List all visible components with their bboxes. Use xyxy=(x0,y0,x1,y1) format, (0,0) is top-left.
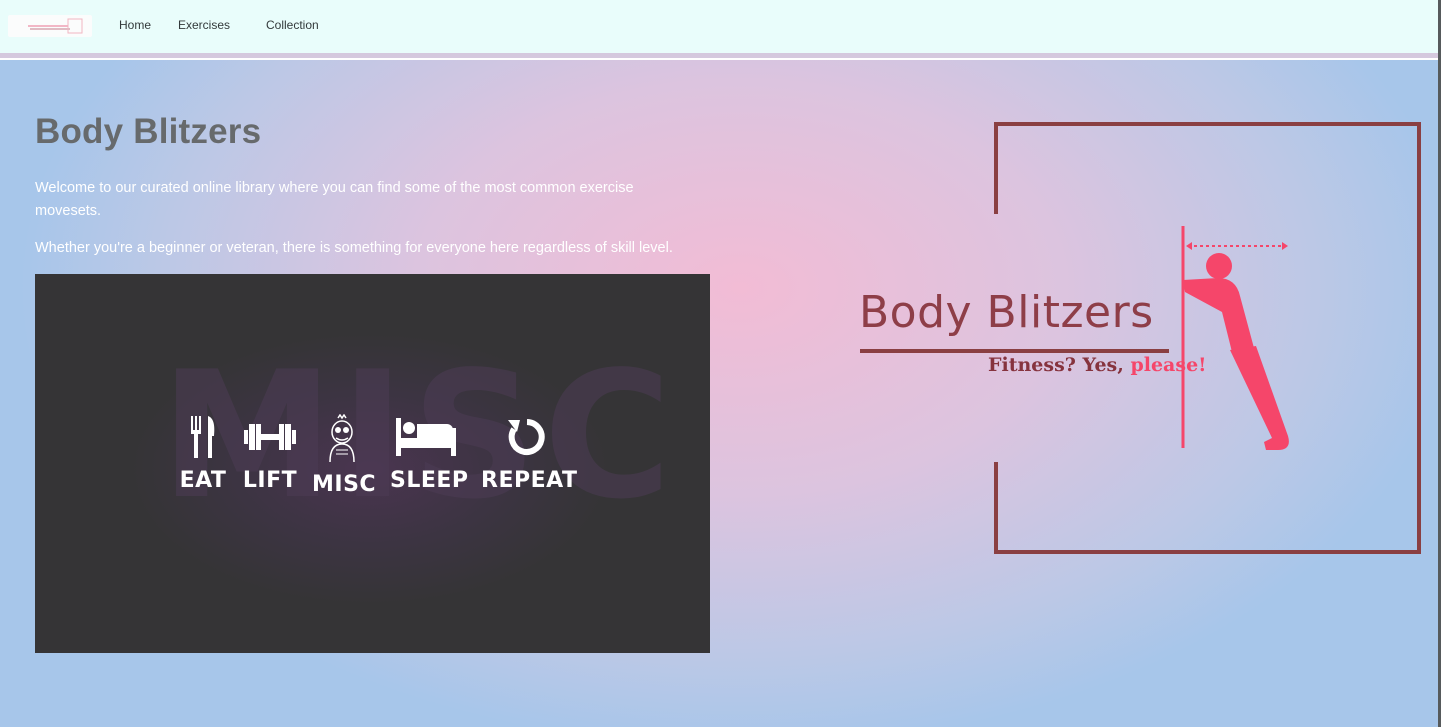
body-blitzers-logo xyxy=(860,120,1425,560)
fork-knife-icon xyxy=(191,416,215,458)
banner-label-misc: MISC xyxy=(312,472,377,497)
banner-item-sleep: SLEEP xyxy=(390,414,469,493)
logo-tagline-lead: Fitness? Yes, xyxy=(988,354,1124,376)
banner-label-sleep: SLEEP xyxy=(390,468,469,493)
top-navbar: Home Exercises Collection xyxy=(0,0,1438,53)
nav-exercises-link[interactable]: Exercises xyxy=(178,18,230,32)
nav-home-link[interactable]: Home xyxy=(119,18,151,32)
banner-item-eat: EAT xyxy=(178,414,228,493)
banner-item-lift: LIFT xyxy=(240,414,300,493)
site-logo-icon xyxy=(28,18,83,34)
navbar-divider xyxy=(0,53,1438,61)
site-logo-link[interactable] xyxy=(8,15,92,37)
banner-label-lift: LIFT xyxy=(242,468,298,493)
nav-collection-link[interactable]: Collection xyxy=(266,18,319,32)
page-title: Body Blitzers xyxy=(35,112,262,151)
banner-label-repeat: REPEAT xyxy=(481,468,578,493)
skill-paragraph: Whether you're a beginner or veteran, th… xyxy=(35,240,673,256)
eat-lift-misc-sleep-repeat-banner: MISC EAT LIFT MISC SLEEP REPEAT xyxy=(35,274,710,653)
intro-paragraph: Welcome to our curated online library wh… xyxy=(35,180,634,219)
banner-item-repeat: REPEAT xyxy=(481,414,578,493)
banner-item-misc: MISC xyxy=(312,414,377,497)
logo-tagline-accent: please! xyxy=(1130,354,1207,376)
cartoon-face-icon xyxy=(329,414,355,463)
logo-name-text: Body Blitzers xyxy=(859,287,1154,338)
logo-tagline: Fitness? Yes, please! xyxy=(988,354,1207,376)
repeat-arrow-icon xyxy=(508,419,545,455)
dumbbell-icon xyxy=(244,424,296,450)
bed-icon xyxy=(396,418,456,456)
banner-label-eat: EAT xyxy=(179,468,227,493)
logo-figure-graphic xyxy=(860,122,1421,554)
